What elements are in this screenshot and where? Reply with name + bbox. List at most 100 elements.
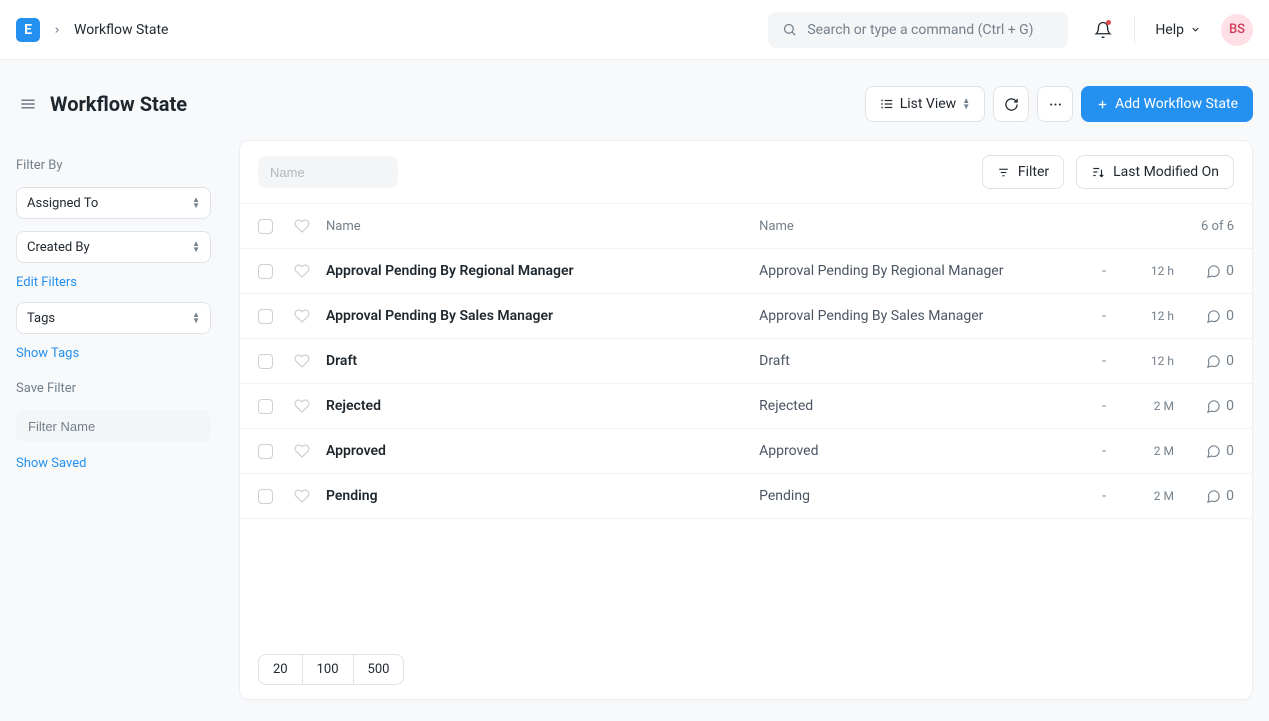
row-comments[interactable]: 0 [1174,398,1234,414]
filter-sidebar: Filter By Assigned To ▲▼ Created By ▲▼ E… [16,140,211,483]
heart-icon[interactable] [294,218,310,234]
row-time: 2 M [1124,444,1174,458]
updown-icon: ▲▼ [192,312,200,324]
heart-icon[interactable] [294,353,310,369]
row-checkbox[interactable] [258,489,273,504]
select-all-checkbox[interactable] [258,219,273,234]
page-size-selector: 20 100 500 [258,654,404,685]
sort-button[interactable]: Last Modified On [1076,155,1234,189]
row-comments[interactable]: 0 [1174,308,1234,324]
filter-button[interactable]: Filter [982,155,1064,189]
search-placeholder: Search or type a command (Ctrl + G) [807,22,1033,38]
add-button[interactable]: Add Workflow State [1081,86,1253,122]
sort-label: Last Modified On [1113,164,1219,180]
row-comments[interactable]: 0 [1174,488,1234,504]
table-row[interactable]: Draft Draft - 12 h 0 [240,339,1252,384]
tags-select[interactable]: Tags ▲▼ [16,302,211,334]
page-title: Workflow State [50,92,187,116]
comment-icon [1206,309,1221,324]
comment-icon [1206,264,1221,279]
row-checkbox[interactable] [258,444,273,459]
save-filter-label: Save Filter [16,381,211,396]
row-dash: - [1084,308,1124,324]
sort-icon [1091,165,1105,179]
menu-icon [19,95,37,113]
app-logo[interactable]: E [16,18,40,42]
avatar[interactable]: BS [1221,14,1253,46]
table-row[interactable]: Approval Pending By Regional Manager App… [240,249,1252,294]
row-name[interactable]: Approval Pending By Regional Manager [326,263,759,279]
row-dash: - [1084,443,1124,459]
heart-icon[interactable] [294,398,310,414]
row-name2: Pending [759,488,1084,504]
notification-dot-icon [1106,20,1111,25]
row-comments[interactable]: 0 [1174,263,1234,279]
row-checkbox[interactable] [258,399,273,414]
updown-icon: ▲▼ [192,241,200,253]
row-comments[interactable]: 0 [1174,353,1234,369]
list-panel: Filter Last Modified On Name Name 6 of 6 [239,140,1253,700]
row-name2: Draft [759,353,1084,369]
result-count: 6 of 6 [1174,219,1234,234]
pagesize-100[interactable]: 100 [303,655,354,684]
comment-icon [1206,489,1221,504]
show-saved-link[interactable]: Show Saved [16,456,211,471]
heart-icon[interactable] [294,263,310,279]
row-dash: - [1084,263,1124,279]
comment-icon [1206,444,1221,459]
assigned-to-select[interactable]: Assigned To ▲▼ [16,187,211,219]
row-name[interactable]: Rejected [326,398,759,414]
heart-icon[interactable] [294,308,310,324]
row-name[interactable]: Pending [326,488,759,504]
row-comments[interactable]: 0 [1174,443,1234,459]
row-checkbox[interactable] [258,354,273,369]
table-row[interactable]: Approval Pending By Sales Manager Approv… [240,294,1252,339]
row-time: 12 h [1124,264,1174,278]
row-checkbox[interactable] [258,309,273,324]
pagesize-500[interactable]: 500 [354,655,404,684]
row-name2: Rejected [759,398,1084,414]
row-name[interactable]: Approval Pending By Sales Manager [326,308,759,324]
table-row[interactable]: Rejected Rejected - 2 M 0 [240,384,1252,429]
notifications-button[interactable] [1092,19,1114,41]
breadcrumb[interactable]: Workflow State [74,22,168,38]
heart-icon[interactable] [294,443,310,459]
edit-filters-link[interactable]: Edit Filters [16,275,211,290]
row-time: 2 M [1124,399,1174,413]
created-by-select[interactable]: Created By ▲▼ [16,231,211,263]
comment-icon [1206,354,1221,369]
row-name[interactable]: Draft [326,353,759,369]
show-tags-link[interactable]: Show Tags [16,346,211,361]
table-row[interactable]: Approved Approved - 2 M 0 [240,429,1252,474]
pagesize-20[interactable]: 20 [259,655,303,684]
row-name2: Approval Pending By Sales Manager [759,308,1084,324]
created-by-label: Created By [27,240,90,255]
panel-toolbar: Filter Last Modified On [240,141,1252,204]
add-button-label: Add Workflow State [1115,96,1238,112]
menu-button[interactable] [1037,86,1073,122]
view-selector[interactable]: List View ▲▼ [865,86,985,122]
heart-icon[interactable] [294,488,310,504]
help-label: Help [1155,22,1184,38]
row-dash: - [1084,488,1124,504]
name-filter-input[interactable] [258,156,398,188]
column-name1[interactable]: Name [326,219,759,234]
row-name[interactable]: Approved [326,443,759,459]
row-checkbox[interactable] [258,264,273,279]
refresh-icon [1004,97,1019,112]
refresh-button[interactable] [993,86,1029,122]
row-name2: Approved [759,443,1084,459]
filter-name-input[interactable] [16,410,211,442]
table-row[interactable]: Pending Pending - 2 M 0 [240,474,1252,519]
panel-footer: 20 100 500 [240,640,1252,699]
column-name2[interactable]: Name [759,219,1084,234]
sidebar-toggle[interactable] [16,92,40,116]
filter-label: Filter [1018,164,1049,180]
search-input[interactable]: Search or type a command (Ctrl + G) [768,12,1068,48]
help-menu[interactable]: Help [1134,16,1201,44]
tags-label: Tags [27,311,55,326]
comment-count: 0 [1226,398,1234,414]
row-time: 12 h [1124,354,1174,368]
comment-count: 0 [1226,443,1234,459]
comment-count: 0 [1226,488,1234,504]
